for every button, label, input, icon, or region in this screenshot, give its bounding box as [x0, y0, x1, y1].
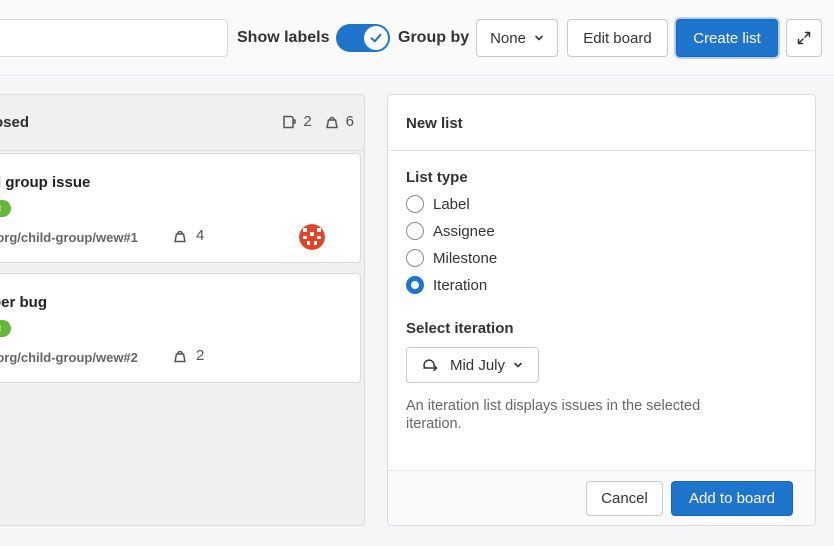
new-list-panel: New list List type Label Assignee Milest… — [387, 94, 816, 526]
weight-value: 2 — [196, 347, 205, 364]
issues-icon — [283, 115, 297, 128]
check-icon — [370, 33, 382, 43]
list-type-radio-assignee[interactable]: Assignee — [406, 222, 495, 240]
issue-weight: 2 — [172, 347, 204, 364]
radio-button[interactable] — [406, 249, 424, 267]
radio-button[interactable] — [406, 222, 424, 240]
list-title: osed — [0, 114, 30, 131]
issue-card[interactable]: ber bug g -org/child-group/wew#2 2 — [0, 273, 361, 383]
list-counts: 2 6 — [281, 113, 354, 130]
issue-count: 2 — [303, 113, 312, 130]
assignee-avatar[interactable] — [299, 224, 325, 250]
radio-label: Label — [433, 195, 470, 213]
weight-icon — [325, 116, 338, 128]
issue-title[interactable]: ber bug — [0, 294, 47, 311]
group-by-label: Group by — [398, 29, 470, 46]
list-type-radio-milestone[interactable]: Milestone — [406, 249, 497, 267]
create-list-button[interactable]: Create list — [676, 19, 778, 57]
issue-label[interactable]: g — [0, 200, 11, 217]
iteration-value: Mid July — [449, 356, 505, 374]
iteration-help-text: An iteration list displays issues in the… — [406, 398, 701, 432]
select-iteration-label: Select iteration — [406, 320, 514, 337]
board-toolbar: Show labels Group by None Edit board Cre… — [0, 0, 834, 75]
iteration-dropdown[interactable]: Mid July — [406, 347, 539, 383]
weight-icon — [174, 230, 186, 242]
issue-label[interactable]: g — [0, 320, 11, 337]
list-type-label: List type — [406, 169, 468, 186]
chevron-down-icon — [535, 35, 543, 41]
radio-label: Iteration — [433, 276, 488, 294]
radio-label: Milestone — [433, 249, 498, 267]
maximize-icon — [797, 31, 811, 45]
chevron-down-icon — [514, 362, 522, 368]
iteration-icon — [423, 359, 438, 372]
weight-value: 4 — [196, 227, 205, 244]
panel-title: New list — [406, 115, 463, 132]
radio-button[interactable] — [406, 195, 424, 213]
weight-total: 6 — [345, 113, 354, 130]
issue-title[interactable]: d group issue — [0, 174, 90, 191]
radio-label: Assignee — [433, 222, 495, 240]
toggle-knob — [364, 26, 388, 50]
list-header: osed 2 6 — [0, 95, 364, 151]
list-type-radio-iteration[interactable]: Iteration — [406, 276, 487, 294]
search-input[interactable] — [0, 19, 228, 57]
group-by-value: None — [490, 29, 526, 47]
weight-icon — [174, 350, 186, 362]
issue-card[interactable]: d group issue g -org/child-group/wew#1 4 — [0, 153, 361, 263]
board-list-closed: osed 2 6 d group issue g -org/child-grou… — [0, 94, 365, 526]
edit-board-button[interactable]: Edit board — [567, 19, 668, 57]
panel-header: New list — [388, 95, 815, 151]
radio-button-checked[interactable] — [406, 276, 424, 294]
list-type-radio-label[interactable]: Label — [406, 195, 470, 213]
issue-reference: -org/child-group/wew#1 — [0, 230, 138, 245]
panel-footer: Cancel Add to board — [388, 470, 815, 525]
cancel-button[interactable]: Cancel — [586, 481, 663, 516]
show-labels-label: Show labels — [237, 29, 330, 46]
fullscreen-button[interactable] — [786, 19, 822, 57]
issue-reference: -org/child-group/wew#2 — [0, 350, 138, 365]
show-labels-toggle[interactable] — [336, 24, 390, 52]
group-by-dropdown[interactable]: None — [476, 19, 558, 57]
issue-weight: 4 — [172, 227, 204, 244]
add-to-board-button[interactable]: Add to board — [671, 481, 793, 516]
